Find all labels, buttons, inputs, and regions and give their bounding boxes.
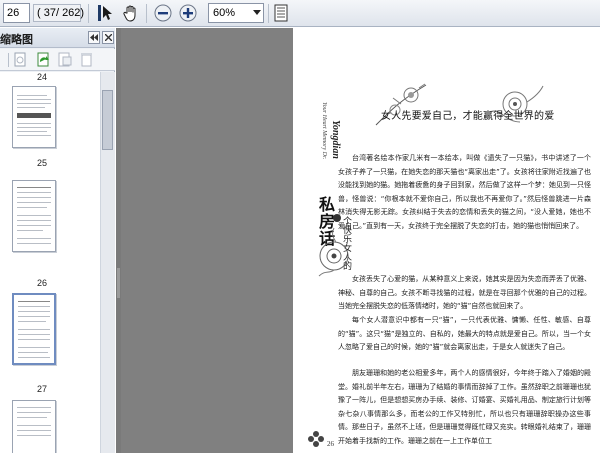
close-icon[interactable] xyxy=(102,31,114,44)
thumbnail-label: 26 xyxy=(36,278,47,288)
page-count-label: ( 37/ 262) xyxy=(33,4,84,22)
thumbnail-label: 27 xyxy=(36,384,47,394)
page-thumbnail[interactable] xyxy=(12,400,56,453)
page-thumbnail-current[interactable] xyxy=(12,293,56,365)
panel-title: 缩略图 xyxy=(0,33,33,46)
separator xyxy=(268,4,269,23)
pdf-reader-window: ( 37/ 262) 缩略图 xyxy=(0,0,600,453)
thumbnail-list[interactable]: 24 25 26 27 xyxy=(0,72,100,453)
body-paragraph: 每个女人潜意识中都有一只“猫”，一只代表优雅、慵懒、任性、敏感、自尊的“猫”。这… xyxy=(338,316,591,351)
flower-icon xyxy=(308,431,324,447)
separator xyxy=(146,4,147,23)
panel-toolbar xyxy=(0,49,115,71)
body-paragraph: 台湾著名绘本作家几米有一本绘本，叫做《遗失了一只猫》，书中讲述了一个女孩子养了一… xyxy=(338,154,591,230)
page-folio: 26 xyxy=(327,440,334,448)
page-number-input[interactable] xyxy=(3,3,30,23)
delete-page-icon[interactable] xyxy=(80,52,94,67)
thumbnail-label: 25 xyxy=(36,158,47,168)
panel-header: 缩略图 xyxy=(0,28,115,48)
page-thumbnail[interactable] xyxy=(12,86,56,148)
toolbar: ( 37/ 262) xyxy=(0,0,600,27)
body-paragraph: 女孩丢失了心爱的猫，从某种意义上来说，她其实是因为失恋而弄丢了优雅、神秘、自尊的… xyxy=(338,275,591,310)
thumbnail-label: 24 xyxy=(36,72,47,82)
zoom-in-icon[interactable] xyxy=(177,2,199,24)
document-page: Your Heart Memory Dr. Yongdian 私房话 个快乐女人… xyxy=(293,28,600,453)
hand-tool-icon[interactable] xyxy=(120,2,142,24)
select-tool-icon[interactable] xyxy=(94,2,116,24)
floral-ornament-icon xyxy=(375,83,427,126)
page-properties-icon[interactable] xyxy=(58,52,72,67)
fit-page-icon[interactable] xyxy=(270,2,292,24)
scrollbar-thumb[interactable] xyxy=(102,90,113,150)
thumbnail-panel: 缩略图 24 25 26 27 xyxy=(0,28,115,453)
rotate-page-icon[interactable] xyxy=(36,52,52,67)
chevron-down-icon[interactable] xyxy=(251,4,263,22)
page-thumbnail[interactable] xyxy=(12,180,56,252)
separator xyxy=(88,4,89,23)
chapter-title: 女人先要爱自己，才能赢得全世界的爱 xyxy=(381,111,555,122)
body-paragraph: 朋友珊珊和她的老公相爱多年，两个人的感情很好，今年终于踏入了婚姻的殿堂。婚礼前半… xyxy=(338,369,591,445)
collapse-panel-icon[interactable] xyxy=(88,31,100,44)
thumbnail-options-icon[interactable] xyxy=(14,52,28,67)
panel-splitter[interactable] xyxy=(116,28,121,453)
zoom-out-icon[interactable] xyxy=(152,2,174,24)
